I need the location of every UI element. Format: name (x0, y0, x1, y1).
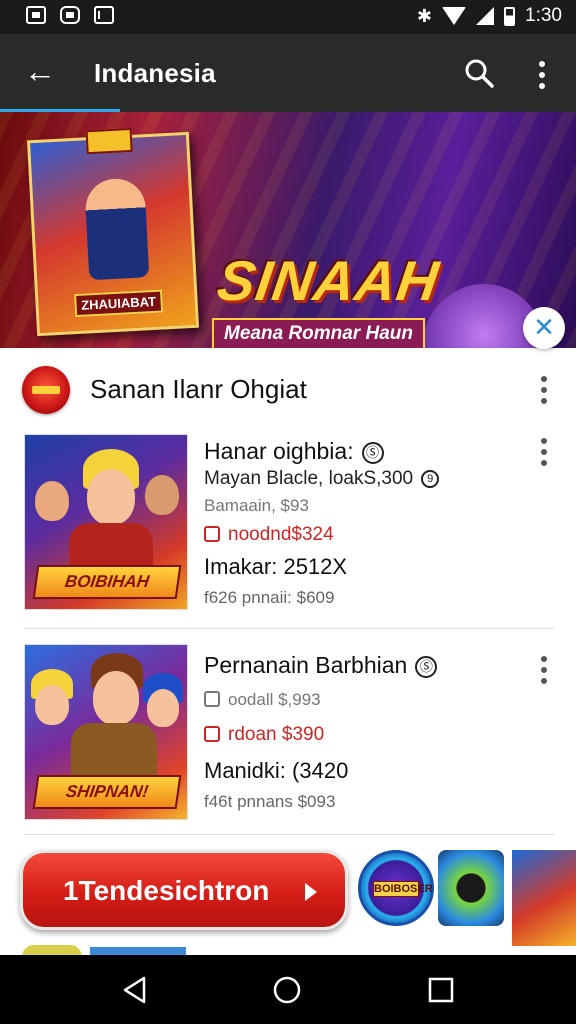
mail-icon (94, 6, 114, 24)
tag-icon (204, 691, 220, 707)
app-bar: ← Indanesia (0, 34, 576, 112)
signal-icon (476, 7, 495, 25)
character-face (145, 475, 179, 515)
box-art-hero (84, 177, 150, 281)
more-vert-icon[interactable] (534, 374, 554, 406)
more-vert-icon[interactable] (530, 58, 554, 92)
tag-icon (204, 526, 220, 542)
box-art-top-tag (85, 127, 133, 155)
item-subtitle: Mayan Blacle, loakS,300 9 (204, 468, 440, 490)
thumbnail-logo: SHIPNAN! (32, 775, 182, 809)
tag-icon (204, 726, 220, 742)
wifi-icon (442, 7, 467, 25)
status-bar: ✱ 1:30 (0, 0, 576, 34)
rating-badge-icon: Ⓢ (361, 442, 384, 464)
item-meta: Bamaain, $93 (204, 496, 309, 515)
nav-recents-icon[interactable] (424, 973, 458, 1007)
character-face (35, 481, 69, 521)
battery-icon (504, 6, 516, 26)
item-subtitle-text: Mayan Blacle, loakS,300 (204, 468, 414, 489)
divider (24, 834, 554, 835)
game-thumbnail[interactable]: SHIPNAN! (24, 644, 188, 820)
item-title: Hanar oighbia: Ⓢ (204, 438, 384, 465)
game-icon-square[interactable] (438, 850, 504, 926)
game-icon-label: BOIBOSER (373, 881, 433, 897)
item-price-text: rdoan $390 (228, 724, 325, 745)
item-price: noodnd$324 (204, 524, 334, 546)
search-icon[interactable] (462, 56, 496, 90)
system-nav-bar (0, 955, 576, 1024)
game-icon-partial[interactable] (512, 850, 576, 946)
box-art-tag: ZHAUIABAT (74, 289, 164, 318)
close-icon[interactable]: ✕ (523, 307, 565, 349)
item-meta-secondary: f626 pnnaii: $609 (204, 588, 335, 607)
back-arrow-icon[interactable]: ← (22, 55, 58, 90)
nav-home-icon[interactable] (270, 973, 304, 1007)
item-title-text: Hanar oighbia: (204, 438, 354, 464)
section-header: Sanan Ilanr Ohgiat (0, 360, 576, 420)
thumbnail-logo: BOIBIHAH (32, 565, 182, 599)
item-meta-secondary: f46t pnnans $093 (204, 792, 336, 811)
publisher-logo[interactable] (22, 366, 70, 414)
list-item[interactable]: SHIPNAN! Pernanain Barbhian Ⓢ oodall $,99… (0, 642, 576, 832)
game-thumbnail[interactable]: BOIBIHAH (24, 434, 188, 610)
cta-button[interactable]: 1Tendesichtron (20, 850, 348, 930)
list-item[interactable]: BOIBIHAH Hanar oighbia: Ⓢ Mayan Blacle, l… (0, 432, 576, 622)
cta-label: 1Tendesichtron (63, 875, 270, 906)
item-title: Pernanain Barbhian Ⓢ (204, 652, 438, 679)
character-face (147, 689, 179, 727)
item-stat: Manidki: (3420 (204, 758, 349, 783)
section-title: Sanan Ilanr Ohgiat (90, 374, 307, 404)
banner-subtitle: Meana Romnar Haun (212, 318, 425, 348)
character-body (71, 723, 157, 779)
item-title-text: Pernanain Barbhian (204, 652, 408, 678)
nav-back-icon[interactable] (118, 973, 152, 1007)
item-price: rdoan $390 (204, 724, 324, 746)
character-face (35, 685, 69, 725)
play-arrow-icon (305, 883, 317, 901)
item-meta: oodall $,993 (204, 690, 321, 710)
status-left-icons (26, 6, 114, 24)
more-vert-icon[interactable] (534, 654, 554, 686)
game-icon-round[interactable]: BOIBOSER (358, 850, 434, 926)
notification-icon (26, 6, 46, 24)
banner-box-art: ZHAUIABAT (26, 127, 200, 337)
item-meta-text: oodall $,993 (228, 690, 321, 709)
more-vert-icon[interactable] (534, 436, 554, 468)
rating-badge-icon: Ⓢ (415, 656, 438, 678)
page-title: Indanesia (94, 58, 216, 88)
bluetooth-icon: ✱ (416, 5, 433, 26)
divider (24, 628, 554, 629)
character-face (93, 671, 139, 725)
android-icon (60, 6, 80, 24)
status-right-icons: ✱ 1:30 (417, 5, 562, 27)
info-badge-icon: 9 (421, 470, 440, 488)
status-time: 1:30 (525, 5, 562, 26)
banner-title: SINAAH (213, 249, 444, 312)
item-stat: Imakar: 2512X (204, 554, 348, 579)
item-price-text: noodnd$324 (228, 524, 334, 545)
promo-banner[interactable]: ZHAUIABAT SINAAH Meana Romnar Haun (0, 112, 576, 348)
character-face (87, 469, 135, 525)
